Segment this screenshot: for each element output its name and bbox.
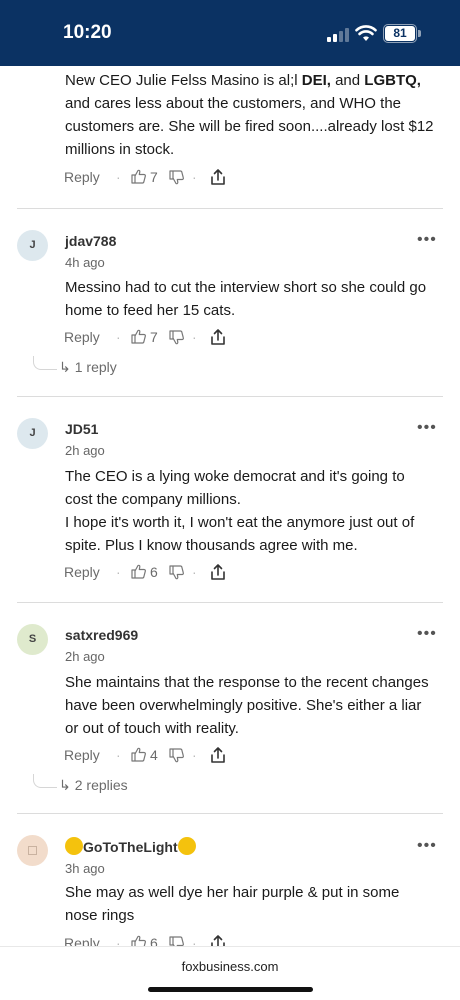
thumbs-down-icon[interactable] — [168, 329, 185, 346]
default-avatar-icon — [28, 846, 37, 855]
divider — [17, 208, 443, 209]
battery-tip — [418, 30, 421, 37]
yellow-circle-icon — [65, 837, 83, 855]
separator-dot: · — [116, 169, 121, 185]
thread-line — [33, 774, 57, 788]
separator-dot: · — [192, 747, 197, 763]
home-indicator[interactable] — [148, 987, 313, 992]
timestamp: 2h ago — [65, 443, 105, 458]
like-count: 7 — [150, 329, 158, 345]
timestamp: 4h ago — [65, 255, 105, 270]
comment-actions: Reply · 6 · — [64, 934, 284, 946]
timestamp: 3h ago — [65, 861, 105, 876]
reply-button[interactable]: Reply — [64, 564, 100, 580]
thumbs-down-icon[interactable] — [168, 747, 185, 764]
separator-dot: · — [116, 935, 121, 946]
browser-url-bar[interactable]: foxbusiness.com — [0, 946, 460, 1000]
status-time: 10:20 — [63, 22, 112, 43]
battery-level: 81 — [385, 26, 415, 41]
reply-button[interactable]: Reply — [64, 747, 100, 763]
comment-actions: Reply · 7 · — [64, 328, 284, 348]
separator-dot: · — [192, 169, 197, 185]
avatar[interactable]: S — [17, 624, 48, 655]
more-icon[interactable]: ••• — [417, 419, 437, 437]
url-domain[interactable]: foxbusiness.com — [0, 959, 460, 974]
battery-icon: 81 — [383, 24, 417, 43]
separator-dot: · — [192, 329, 197, 345]
separator-dot: · — [116, 564, 121, 580]
avatar[interactable] — [17, 835, 48, 866]
reply-arrow-icon: ↳ — [59, 777, 71, 793]
username[interactable]: GoToTheLight — [65, 837, 196, 855]
like-count: 6 — [150, 935, 158, 946]
separator-dot: · — [192, 935, 197, 946]
comment-actions: Reply · 6 · — [64, 563, 284, 583]
divider — [17, 602, 443, 603]
share-icon[interactable] — [210, 746, 226, 764]
more-icon[interactable]: ••• — [417, 837, 437, 855]
view-replies-link[interactable]: ↳ 1 reply — [59, 359, 117, 376]
username[interactable]: jdav788 — [65, 233, 116, 249]
comment-actions: Reply · 7 · — [64, 168, 284, 188]
thumbs-up-icon[interactable] — [130, 934, 147, 946]
comment-body: The CEO is a lying woke democrat and it'… — [65, 468, 415, 554]
thumbs-down-icon[interactable] — [168, 564, 185, 581]
avatar[interactable]: J — [17, 230, 48, 261]
yellow-circle-icon — [177, 837, 196, 855]
comment-body: She may as well dye her hair purple & pu… — [65, 884, 400, 924]
like-count: 4 — [150, 747, 158, 763]
share-icon[interactable] — [210, 934, 226, 946]
thumbs-up-icon[interactable] — [130, 746, 147, 763]
more-icon[interactable]: ••• — [417, 625, 437, 643]
separator-dot: · — [116, 329, 121, 345]
share-icon[interactable] — [210, 563, 226, 581]
separator-dot: · — [192, 564, 197, 580]
share-icon[interactable] — [210, 168, 226, 186]
thumbs-up-icon[interactable] — [130, 328, 147, 345]
comments-feed[interactable]: New CEO Julie Felss Masino is al;l DEI, … — [0, 66, 460, 946]
thumbs-up-icon[interactable] — [130, 168, 147, 185]
comment-body: She maintains that the response to the r… — [65, 674, 429, 737]
timestamp: 2h ago — [65, 649, 105, 664]
thread-line — [33, 356, 57, 370]
wifi-icon — [355, 25, 377, 41]
username[interactable]: JD51 — [65, 421, 98, 437]
divider — [17, 813, 443, 814]
comment-actions: Reply · 4 · — [64, 746, 284, 766]
username[interactable]: satxred969 — [65, 627, 138, 643]
like-count: 7 — [150, 169, 158, 185]
reply-arrow-icon: ↳ — [59, 359, 71, 375]
comment-body: Messino had to cut the interview short s… — [65, 279, 427, 319]
divider — [17, 396, 443, 397]
more-icon[interactable]: ••• — [417, 231, 437, 249]
thumbs-down-icon[interactable] — [168, 935, 185, 946]
status-bar: 10:20 81 — [0, 0, 460, 66]
like-count: 6 — [150, 564, 158, 580]
comment-body: New CEO Julie Felss Masino is al;l DEI, … — [65, 72, 434, 158]
reply-button[interactable]: Reply — [64, 169, 100, 185]
reply-button[interactable]: Reply — [64, 329, 100, 345]
share-icon[interactable] — [210, 328, 226, 346]
thumbs-up-icon[interactable] — [130, 563, 147, 580]
separator-dot: · — [116, 747, 121, 763]
reply-button[interactable]: Reply — [64, 935, 100, 946]
avatar[interactable]: J — [17, 418, 48, 449]
signal-icon — [327, 28, 349, 42]
thumbs-down-icon[interactable] — [168, 169, 185, 186]
view-replies-link[interactable]: ↳ 2 replies — [59, 777, 128, 794]
